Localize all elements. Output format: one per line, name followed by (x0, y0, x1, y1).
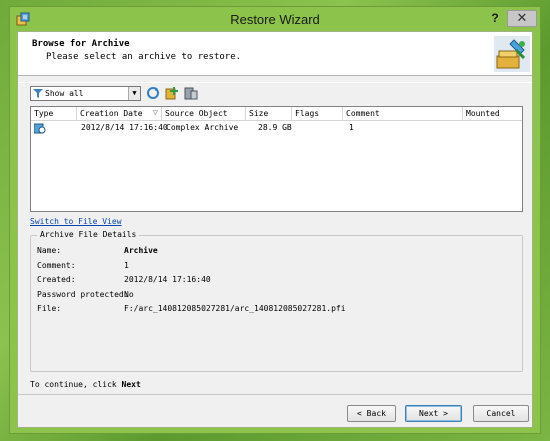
detail-password-label: Password protected: (37, 290, 129, 299)
column-flags[interactable]: Flags (292, 107, 343, 121)
cell-source-object: Complex Archive (166, 123, 239, 132)
archive-file-details-group: Archive File Details Name: Archive Comme… (30, 230, 523, 372)
detail-name-value: Archive (124, 246, 158, 255)
window-title: Restore Wizard (230, 12, 320, 27)
continue-instruction: To continue, click Next (30, 380, 141, 389)
next-button[interactable]: Next > (405, 405, 462, 422)
properties-icon[interactable] (184, 86, 198, 100)
detail-password-value: No (124, 290, 134, 299)
wizard-client-area: Browse for Archive Please select an arch… (17, 31, 533, 428)
cancel-button[interactable]: Cancel (473, 405, 529, 422)
column-source-object[interactable]: Source Object (162, 107, 246, 121)
detail-comment-value: 1 (124, 261, 129, 270)
detail-comment-label: Comment: (37, 261, 76, 270)
title-bar[interactable]: Restore Wizard ? ✕ (10, 7, 540, 31)
continue-action: Next (121, 380, 141, 389)
restore-wizard-window: Restore Wizard ? ✕ Browse for Archive Pl… (9, 6, 541, 434)
cell-creation-date: 2012/8/14 17:16:40 (81, 123, 168, 132)
archive-list-header: Type Creation Date ▽ Source Object Size F… (31, 107, 522, 121)
page-title: Browse for Archive (32, 39, 130, 49)
page-subtitle: Please select an archive to restore. (46, 52, 242, 62)
column-creation-date[interactable]: Creation Date ▽ (77, 107, 162, 121)
detail-file-value: F:/arc_140812085027281/arc_1408120850272… (124, 304, 346, 313)
column-creation-date-label: Creation Date (80, 109, 143, 118)
cell-size: 28.9 GB (258, 123, 292, 132)
column-comment[interactable]: Comment (343, 107, 463, 121)
footer-divider (18, 394, 532, 395)
continue-prefix: To continue, click (30, 380, 122, 389)
details-legend: Archive File Details (37, 230, 140, 239)
archive-icon (34, 123, 46, 134)
switch-to-file-view-link[interactable]: Switch to File View (30, 217, 122, 226)
detail-file-label: File: (37, 304, 62, 313)
header-divider (18, 82, 532, 83)
wizard-header: Browse for Archive Please select an arch… (18, 32, 532, 76)
back-button[interactable]: < Back (347, 405, 396, 422)
table-row[interactable]: 2012/8/14 17:16:40 Complex Archive 28.9 … (31, 122, 522, 135)
detail-name-label: Name: (37, 246, 62, 255)
filter-icon (33, 89, 43, 98)
column-mounted[interactable]: Mounted (463, 107, 522, 121)
detail-created-value: 2012/8/14 17:16:40 (124, 275, 211, 284)
column-size[interactable]: Size (246, 107, 292, 121)
archive-list[interactable]: Type Creation Date ▽ Source Object Size F… (30, 106, 523, 212)
close-button[interactable]: ✕ (507, 10, 537, 27)
refresh-icon[interactable] (146, 86, 160, 100)
help-button[interactable]: ? (488, 11, 502, 27)
cell-comment: 1 (349, 123, 354, 132)
column-type[interactable]: Type (31, 107, 77, 121)
sort-descending-icon: ▽ (152, 108, 158, 118)
archive-filter-dropdown[interactable]: Show all ▼ (30, 86, 141, 101)
filter-value: Show all (45, 89, 84, 98)
add-archive-icon[interactable] (165, 86, 179, 100)
wizard-graphic-icon (494, 36, 530, 72)
chevron-down-icon[interactable]: ▼ (128, 87, 140, 100)
detail-created-label: Created: (37, 275, 76, 284)
